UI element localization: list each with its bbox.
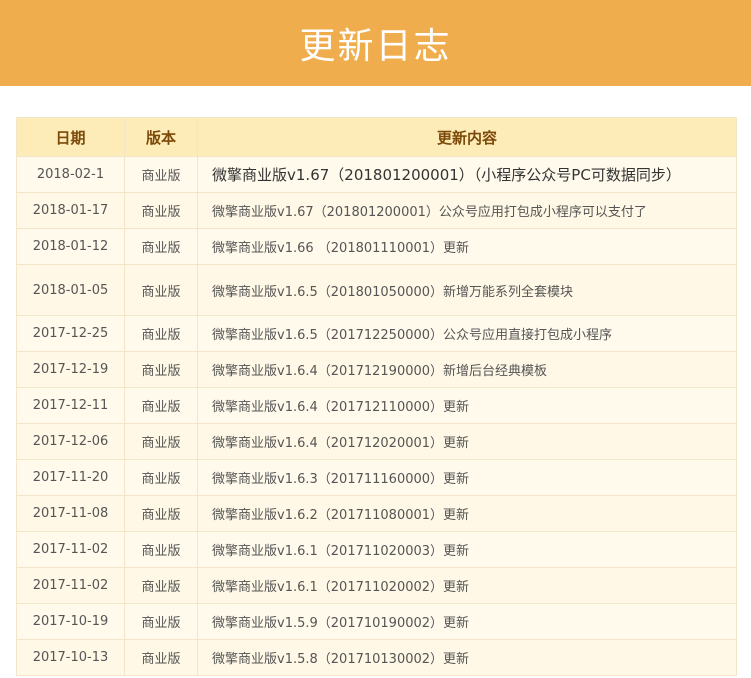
- date-cell: 2018-01-12: [16, 228, 125, 265]
- table-row: 2017-11-02 商业版 微擎商业版v1.6.1（201711020002）…: [16, 567, 737, 604]
- edition-cell: 商业版: [124, 264, 198, 316]
- edition-cell: 商业版: [124, 387, 198, 424]
- table-header-row: 日期 版本 更新内容: [16, 117, 737, 157]
- content-cell: 微擎商业版v1.66 （201801110001）更新: [197, 228, 737, 265]
- date-cell: 2017-10-19: [16, 603, 125, 640]
- table-row: 2017-12-25 商业版 微擎商业版v1.6.5（201712250000）…: [16, 315, 737, 352]
- content-cell: 微擎商业版v1.6.1（201711020002）更新: [197, 567, 737, 604]
- content-cell: 微擎商业版v1.6.1（201711020003）更新: [197, 531, 737, 568]
- edition-cell: 商业版: [124, 639, 198, 676]
- edition-cell: 商业版: [124, 567, 198, 604]
- table-row: 2017-12-19 商业版 微擎商业版v1.6.4（201712190000）…: [16, 351, 737, 388]
- table-row: 2017-12-06 商业版 微擎商业版v1.6.4（201712020001）…: [16, 423, 737, 460]
- content-cell: 微擎商业版v1.6.4（201712110000）更新: [197, 387, 737, 424]
- table-row: 2017-10-13 商业版 微擎商业版v1.5.8（201710130002）…: [16, 639, 737, 676]
- date-cell: 2017-11-20: [16, 459, 125, 496]
- changelog-table: 日期 版本 更新内容 2018-02-1 商业版 微擎商业版v1.67（2018…: [16, 117, 737, 676]
- table-row: 2017-11-08 商业版 微擎商业版v1.6.2（201711080001）…: [16, 495, 737, 532]
- column-header-edition: 版本: [124, 117, 198, 157]
- edition-cell: 商业版: [124, 351, 198, 388]
- content-cell: 微擎商业版v1.6.5（201801050000）新增万能系列全套模块: [197, 264, 737, 316]
- table-row: 2018-02-1 商业版 微擎商业版v1.67（201801200001）（小…: [16, 156, 737, 193]
- table-row: 2017-11-20 商业版 微擎商业版v1.6.3（201711160000）…: [16, 459, 737, 496]
- date-cell: 2017-12-06: [16, 423, 125, 460]
- page-title: 更新日志: [299, 26, 452, 67]
- content-cell: 微擎商业版v1.6.4（201712020001）更新: [197, 423, 737, 460]
- content-cell: 微擎商业版v1.67（201801200001）公众号应用打包成小程序可以支付了: [197, 192, 737, 229]
- date-cell: 2017-12-11: [16, 387, 125, 424]
- edition-cell: 商业版: [124, 192, 198, 229]
- content-cell: 微擎商业版v1.6.4（201712190000）新增后台经典模板: [197, 351, 737, 388]
- column-header-date: 日期: [16, 117, 125, 157]
- date-cell: 2017-10-13: [16, 639, 125, 676]
- page-header-banner: 更新日志: [0, 0, 751, 86]
- edition-cell: 商业版: [124, 315, 198, 352]
- content-cell: 微擎商业版v1.6.3（201711160000）更新: [197, 459, 737, 496]
- table-row: 2017-11-02 商业版 微擎商业版v1.6.1（201711020003）…: [16, 531, 737, 568]
- table-row: 2018-01-12 商业版 微擎商业版v1.66 （201801110001）…: [16, 228, 737, 265]
- date-cell: 2017-12-19: [16, 351, 125, 388]
- edition-cell: 商业版: [124, 531, 198, 568]
- content-cell: 微擎商业版v1.6.2（201711080001）更新: [197, 495, 737, 532]
- content-cell: 微擎商业版v1.6.5（201712250000）公众号应用直接打包成小程序: [197, 315, 737, 352]
- edition-cell: 商业版: [124, 495, 198, 532]
- table-row: 2017-12-11 商业版 微擎商业版v1.6.4（201712110000）…: [16, 387, 737, 424]
- edition-cell: 商业版: [124, 156, 198, 193]
- edition-cell: 商业版: [124, 228, 198, 265]
- table-row: 2018-01-05 商业版 微擎商业版v1.6.5（201801050000）…: [16, 264, 737, 316]
- date-cell: 2018-01-17: [16, 192, 125, 229]
- content-cell: 微擎商业版v1.67（201801200001）（小程序公众号PC可数据同步）: [197, 156, 737, 193]
- date-cell: 2018-01-05: [16, 264, 125, 316]
- edition-cell: 商业版: [124, 423, 198, 460]
- table-row: 2017-10-19 商业版 微擎商业版v1.5.9（201710190002）…: [16, 603, 737, 640]
- date-cell: 2018-02-1: [16, 156, 125, 193]
- table-row: 2018-01-17 商业版 微擎商业版v1.67（201801200001）公…: [16, 192, 737, 229]
- content-cell: 微擎商业版v1.5.9（201710190002）更新: [197, 603, 737, 640]
- date-cell: 2017-12-25: [16, 315, 125, 352]
- date-cell: 2017-11-08: [16, 495, 125, 532]
- edition-cell: 商业版: [124, 603, 198, 640]
- date-cell: 2017-11-02: [16, 567, 125, 604]
- content-cell: 微擎商业版v1.5.8（201710130002）更新: [197, 639, 737, 676]
- date-cell: 2017-11-02: [16, 531, 125, 568]
- column-header-content: 更新内容: [197, 117, 737, 157]
- edition-cell: 商业版: [124, 459, 198, 496]
